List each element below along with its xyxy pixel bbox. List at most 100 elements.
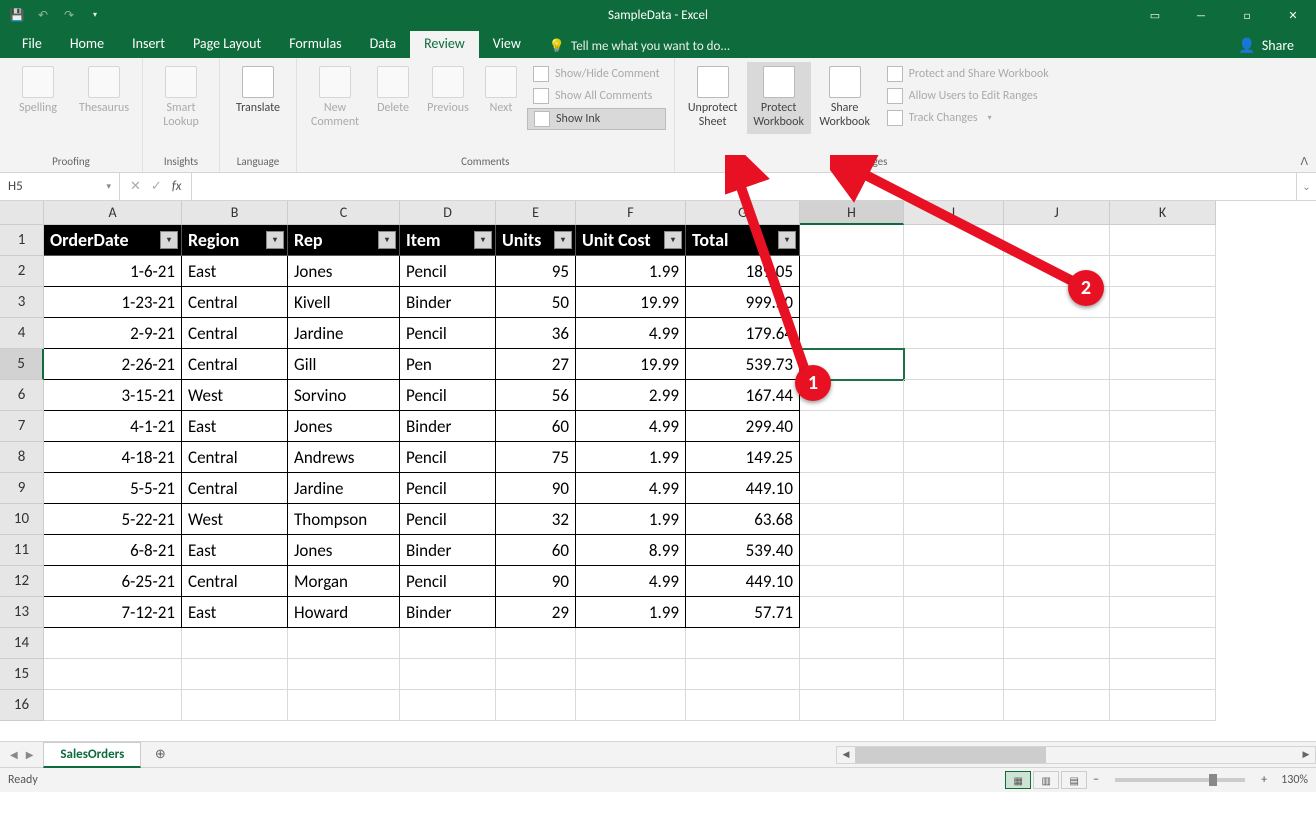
- cell[interactable]: [496, 690, 576, 721]
- cell[interactable]: [1004, 535, 1110, 566]
- data-cell[interactable]: 449.10: [686, 473, 800, 504]
- data-cell[interactable]: 50: [496, 287, 576, 318]
- data-cell[interactable]: 999.50: [686, 287, 800, 318]
- cell[interactable]: [576, 628, 686, 659]
- chevron-down-icon[interactable]: ▾: [106, 181, 111, 192]
- row-header-4[interactable]: 4: [0, 318, 44, 349]
- data-cell[interactable]: 2-9-21: [44, 318, 182, 349]
- share-button[interactable]: 👤 Share: [1224, 33, 1308, 58]
- cell[interactable]: [1110, 380, 1216, 411]
- cell[interactable]: [800, 597, 904, 628]
- row-header-12[interactable]: 12: [0, 566, 44, 597]
- data-cell[interactable]: Pencil: [400, 380, 496, 411]
- cell[interactable]: [800, 287, 904, 318]
- data-cell[interactable]: 539.40: [686, 535, 800, 566]
- protect-share-workbook-button[interactable]: Protect and Share Workbook: [881, 64, 1055, 84]
- column-header-I[interactable]: I: [904, 201, 1004, 225]
- previous-comment-button[interactable]: Previous: [419, 62, 477, 120]
- data-cell[interactable]: 179.64: [686, 318, 800, 349]
- data-cell[interactable]: Binder: [400, 597, 496, 628]
- cell[interactable]: [1110, 659, 1216, 690]
- data-cell[interactable]: East: [182, 411, 288, 442]
- cell[interactable]: [1004, 225, 1110, 256]
- cell[interactable]: [904, 690, 1004, 721]
- redo-icon[interactable]: ↷: [60, 6, 78, 24]
- share-workbook-button[interactable]: Share Workbook: [813, 62, 877, 134]
- normal-view-button[interactable]: ▦: [1005, 771, 1031, 789]
- cell[interactable]: [686, 690, 800, 721]
- data-cell[interactable]: 4.99: [576, 318, 686, 349]
- cell[interactable]: [904, 380, 1004, 411]
- data-cell[interactable]: 449.10: [686, 566, 800, 597]
- cells-area[interactable]: OrderDate▾Region▾Rep▾Item▾Units▾Unit Cos…: [44, 225, 1216, 721]
- data-cell[interactable]: 63.68: [686, 504, 800, 535]
- data-cell[interactable]: 1.99: [576, 504, 686, 535]
- cell[interactable]: [904, 504, 1004, 535]
- data-cell[interactable]: Pencil: [400, 504, 496, 535]
- smart-lookup-button[interactable]: Smart Lookup: [149, 62, 213, 134]
- sheet-nav[interactable]: ◀▶: [0, 748, 43, 761]
- track-changes-button[interactable]: Track Changes▾: [881, 108, 1055, 128]
- filter-dropdown-icon[interactable]: ▾: [778, 231, 796, 249]
- scroll-left-icon[interactable]: ◀: [837, 747, 855, 763]
- cell[interactable]: [686, 659, 800, 690]
- protect-workbook-button[interactable]: Protect Workbook: [747, 62, 811, 134]
- tab-view[interactable]: View: [479, 31, 535, 58]
- row-header-8[interactable]: 8: [0, 442, 44, 473]
- column-header-H[interactable]: H: [800, 201, 904, 225]
- data-cell[interactable]: 90: [496, 473, 576, 504]
- cell[interactable]: [1110, 597, 1216, 628]
- cell[interactable]: [1004, 473, 1110, 504]
- data-cell[interactable]: Jones: [288, 256, 400, 287]
- add-sheet-button[interactable]: ⊕: [147, 745, 173, 765]
- cell[interactable]: [496, 659, 576, 690]
- zoom-in-button[interactable]: +: [1257, 773, 1271, 787]
- data-cell[interactable]: 2-26-21: [44, 349, 182, 380]
- data-cell[interactable]: 299.40: [686, 411, 800, 442]
- table-header-total[interactable]: Total▾: [686, 225, 800, 256]
- row-header-14[interactable]: 14: [0, 628, 44, 659]
- data-cell[interactable]: 57.71: [686, 597, 800, 628]
- zoom-level[interactable]: 130%: [1281, 773, 1308, 787]
- cell[interactable]: [1004, 380, 1110, 411]
- data-cell[interactable]: 4.99: [576, 473, 686, 504]
- data-cell[interactable]: 167.44: [686, 380, 800, 411]
- filter-dropdown-icon[interactable]: ▾: [378, 231, 396, 249]
- cell[interactable]: [904, 535, 1004, 566]
- cell[interactable]: [496, 628, 576, 659]
- data-cell[interactable]: 32: [496, 504, 576, 535]
- show-hide-comment-button[interactable]: Show/Hide Comment: [527, 64, 666, 84]
- row-header-16[interactable]: 16: [0, 690, 44, 721]
- column-header-C[interactable]: C: [288, 201, 400, 225]
- column-header-A[interactable]: A: [44, 201, 182, 225]
- cell[interactable]: [1004, 318, 1110, 349]
- scroll-right-icon[interactable]: ▶: [1297, 747, 1315, 763]
- row-header-10[interactable]: 10: [0, 504, 44, 535]
- cell[interactable]: [800, 442, 904, 473]
- row-header-11[interactable]: 11: [0, 535, 44, 566]
- data-cell[interactable]: Pencil: [400, 566, 496, 597]
- data-cell[interactable]: 1.99: [576, 256, 686, 287]
- cell[interactable]: [1110, 442, 1216, 473]
- cell[interactable]: [1110, 473, 1216, 504]
- data-cell[interactable]: Binder: [400, 535, 496, 566]
- cell[interactable]: [800, 380, 904, 411]
- cell[interactable]: [800, 628, 904, 659]
- data-cell[interactable]: 90: [496, 566, 576, 597]
- data-cell[interactable]: Thompson: [288, 504, 400, 535]
- filter-dropdown-icon[interactable]: ▾: [160, 231, 178, 249]
- cell[interactable]: [1004, 690, 1110, 721]
- data-cell[interactable]: 1-23-21: [44, 287, 182, 318]
- cell[interactable]: [800, 318, 904, 349]
- table-header-rep[interactable]: Rep▾: [288, 225, 400, 256]
- tab-file[interactable]: File: [8, 31, 56, 58]
- cell[interactable]: [1110, 349, 1216, 380]
- data-cell[interactable]: Pencil: [400, 256, 496, 287]
- data-cell[interactable]: West: [182, 504, 288, 535]
- save-icon[interactable]: 💾: [8, 6, 26, 24]
- cell[interactable]: [1004, 566, 1110, 597]
- column-header-F[interactable]: F: [576, 201, 686, 225]
- data-cell[interactable]: Central: [182, 566, 288, 597]
- qat-dropdown-icon[interactable]: ▾: [86, 6, 104, 24]
- filter-dropdown-icon[interactable]: ▾: [266, 231, 284, 249]
